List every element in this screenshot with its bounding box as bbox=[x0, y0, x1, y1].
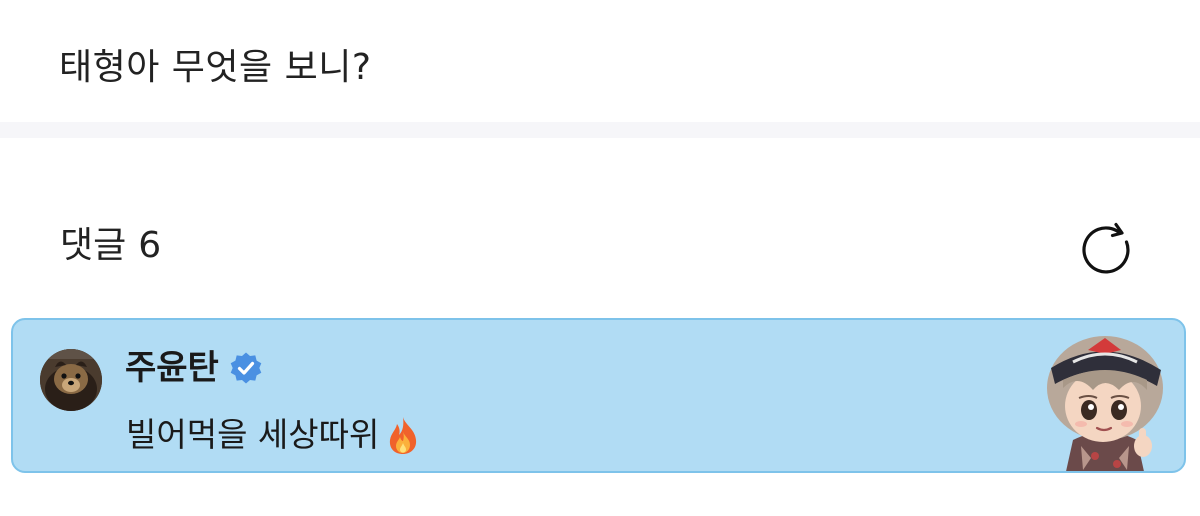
fire-emoji-icon bbox=[390, 417, 417, 454]
comment-text: 빌어먹을 세상따위 bbox=[126, 412, 421, 458]
comments-title: 댓글 6 bbox=[60, 222, 161, 270]
post-text: 태형아 무엇을 보니? bbox=[59, 47, 372, 88]
verified-badge-icon bbox=[230, 352, 262, 384]
character-sticker bbox=[1033, 328, 1178, 471]
comments-header: 댓글 6 bbox=[0, 138, 1200, 313]
comments-count: 6 bbox=[138, 225, 162, 266]
comments-title-label: 댓글 bbox=[60, 225, 127, 266]
username[interactable]: 주윤탄 bbox=[125, 346, 219, 390]
refresh-icon bbox=[1082, 222, 1130, 274]
section-divider bbox=[0, 122, 1200, 138]
character-sticker-icon bbox=[1047, 336, 1163, 471]
comment-card[interactable]: 주윤탄 빌어먹을 세상따위 bbox=[11, 318, 1186, 473]
refresh-button[interactable] bbox=[1078, 220, 1136, 278]
comment-body: 빌어먹을 세상따위 bbox=[126, 415, 380, 454]
dog-avatar-icon bbox=[40, 349, 102, 411]
username-row: 주윤탄 bbox=[125, 346, 263, 390]
post-body: 태형아 무엇을 보니? bbox=[0, 0, 1200, 122]
user-avatar[interactable] bbox=[40, 349, 102, 411]
